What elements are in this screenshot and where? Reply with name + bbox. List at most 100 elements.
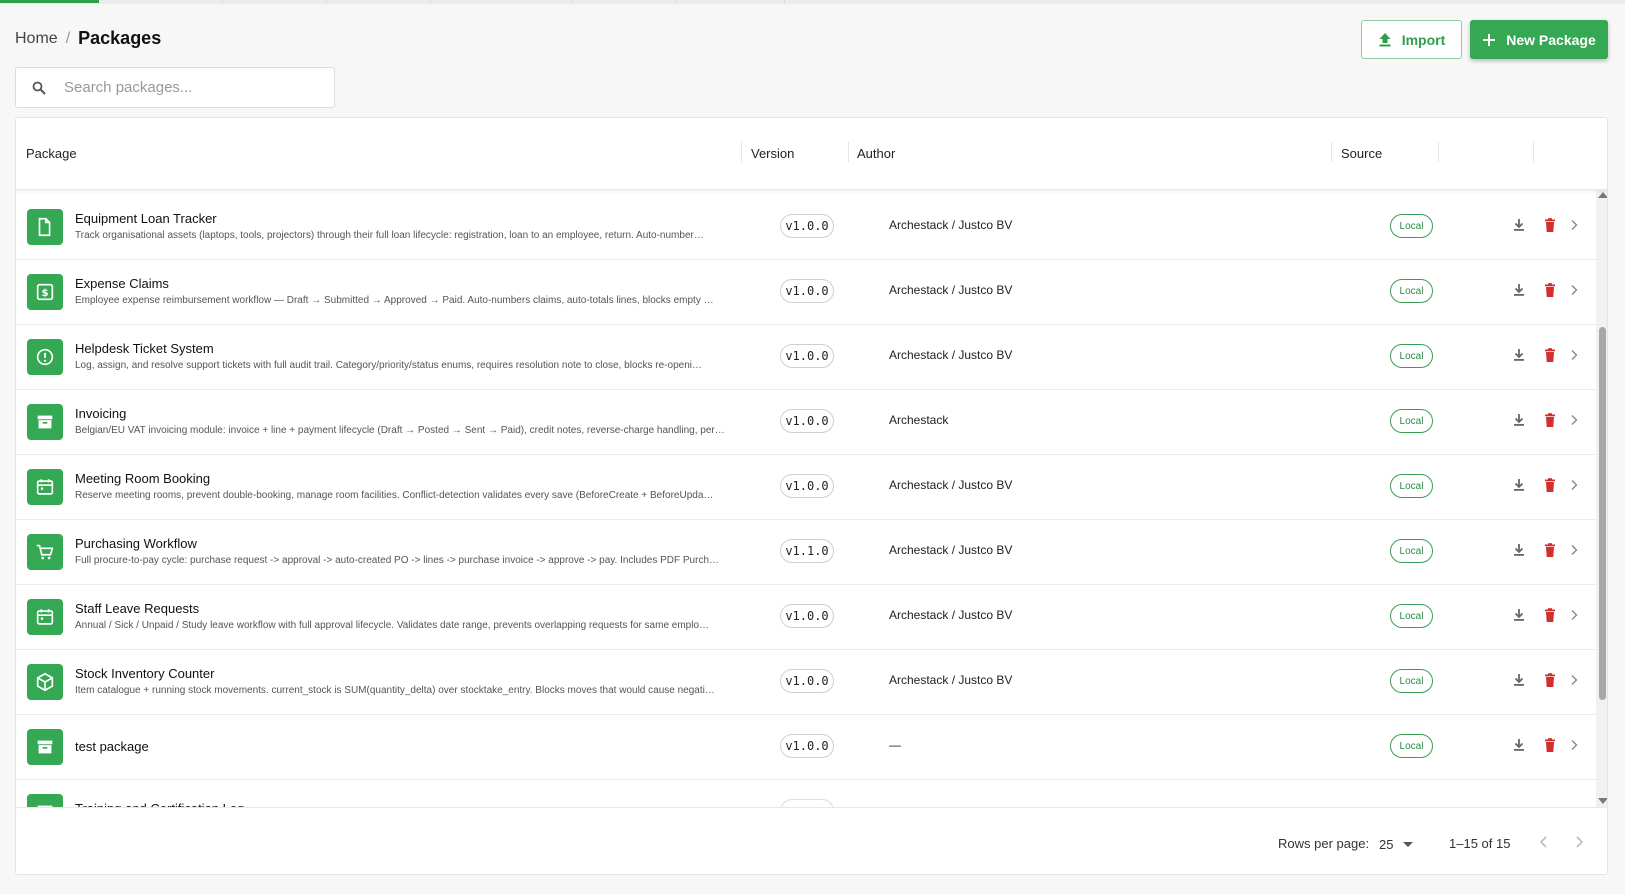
source-badge: Local <box>1390 279 1433 303</box>
package-name[interactable]: Invoicing <box>75 406 126 421</box>
package-description: Employee expense reimbursement workflow … <box>75 295 714 306</box>
tab-strip-segment[interactable] <box>99 0 223 3</box>
column-header-version[interactable]: Version <box>751 146 794 161</box>
import-button[interactable]: Import <box>1361 20 1462 59</box>
download-icon[interactable] <box>1511 672 1527 688</box>
column-divider <box>848 142 849 162</box>
version-badge: v1.0.0 <box>780 409 834 433</box>
tab-strip-segment[interactable] <box>223 0 327 3</box>
package-name[interactable]: Helpdesk Ticket System <box>75 341 214 356</box>
scroll-up-arrow-icon[interactable] <box>1598 192 1607 198</box>
chevron-right-icon[interactable] <box>1567 608 1581 622</box>
source-badge: Local <box>1390 539 1433 563</box>
breadcrumb-separator: / <box>65 29 71 47</box>
delete-icon[interactable] <box>1542 737 1558 753</box>
new-package-button-label: New Package <box>1506 31 1596 48</box>
document-icon <box>38 217 51 237</box>
package-name[interactable]: Stock Inventory Counter <box>75 666 214 681</box>
package-description: Annual / Sick / Unpaid / Study leave wor… <box>75 620 710 631</box>
rows-per-page-label: Rows per page: <box>1278 836 1370 851</box>
chevron-right-icon[interactable] <box>1567 218 1581 232</box>
previous-page-icon[interactable] <box>1537 835 1551 849</box>
table-row[interactable]: Equipment Loan Tracker Track organisation… <box>16 193 1596 260</box>
pagination-range: 1–15 of 15 <box>1449 836 1511 851</box>
table-row[interactable]: Helpdesk Ticket System Log, assign, and r… <box>16 323 1596 390</box>
next-page-icon[interactable] <box>1572 835 1586 849</box>
column-header-source[interactable]: Source <box>1341 146 1382 161</box>
tab-strip-segment[interactable] <box>431 0 573 3</box>
delete-icon[interactable] <box>1542 412 1558 428</box>
download-icon[interactable] <box>1511 477 1527 493</box>
alert-circle-icon <box>36 348 54 366</box>
package-name[interactable]: Purchasing Workflow <box>75 536 197 551</box>
table-row[interactable]: $ Expense Claims Employee expense reimburs… <box>16 258 1596 325</box>
vertical-scrollbar[interactable] <box>1596 190 1607 807</box>
chevron-right-icon[interactable] <box>1567 413 1581 427</box>
source-badge: Local <box>1390 344 1433 368</box>
download-icon[interactable] <box>1511 542 1527 558</box>
package-author: Archestack / Justco BV <box>889 478 1013 492</box>
package-icon-tile <box>27 534 63 570</box>
version-badge <box>780 799 834 807</box>
source-badge: Local <box>1390 604 1433 628</box>
new-package-button[interactable]: New Package <box>1470 20 1608 59</box>
scrollbar-thumb[interactable] <box>1599 327 1606 700</box>
column-divider <box>1331 142 1332 162</box>
plus-icon <box>1483 33 1496 46</box>
package-name[interactable]: test package <box>75 739 149 754</box>
breadcrumb-home-link[interactable]: Home <box>15 30 58 48</box>
column-header-package[interactable]: Package <box>26 146 77 161</box>
scroll-down-arrow-icon[interactable] <box>1598 798 1607 804</box>
package-name[interactable]: Expense Claims <box>75 276 169 291</box>
table-row[interactable]: Staff Leave Requests Annual / Sick / Unpa… <box>16 583 1596 650</box>
search-input[interactable] <box>64 79 314 96</box>
table-row[interactable]: Meeting Room Booking Reserve meeting room… <box>16 453 1596 520</box>
breadcrumb: Home / Packages <box>15 28 161 49</box>
tab-strip-segment[interactable] <box>677 0 785 3</box>
delete-icon[interactable] <box>1542 672 1558 688</box>
table-row[interactable]: Purchasing Workflow Full procure-to-pay c… <box>16 518 1596 585</box>
delete-icon[interactable] <box>1542 542 1558 558</box>
version-badge: v1.0.0 <box>780 669 834 693</box>
download-icon[interactable] <box>1511 737 1527 753</box>
chevron-right-icon[interactable] <box>1567 348 1581 362</box>
package-name[interactable]: Meeting Room Booking <box>75 471 210 486</box>
chevron-right-icon[interactable] <box>1567 478 1581 492</box>
table-row[interactable]: Invoicing Belgian/EU VAT invoicing module… <box>16 388 1596 455</box>
download-icon[interactable] <box>1511 412 1527 428</box>
delete-icon[interactable] <box>1542 347 1558 363</box>
delete-icon[interactable] <box>1542 607 1558 623</box>
chevron-right-icon[interactable] <box>1567 543 1581 557</box>
package-icon-tile <box>27 469 63 505</box>
table-footer: Rows per page: 25 1–15 of 15 <box>16 807 1607 874</box>
column-header-author[interactable]: Author <box>857 146 895 161</box>
delete-icon[interactable] <box>1542 477 1558 493</box>
chevron-right-icon[interactable] <box>1567 283 1581 297</box>
download-icon[interactable] <box>1511 347 1527 363</box>
chevron-right-icon[interactable] <box>1567 738 1581 752</box>
download-icon[interactable] <box>1511 282 1527 298</box>
package-icon-tile <box>27 664 63 700</box>
dollar-icon: $ <box>36 283 54 301</box>
table-row[interactable]: Training and Certification Log <box>16 778 1596 807</box>
tab-strip-segment[interactable] <box>573 0 677 3</box>
package-author: Archestack / Justco BV <box>889 543 1013 557</box>
tab-strip-segment[interactable] <box>327 0 431 3</box>
delete-icon[interactable] <box>1542 282 1558 298</box>
chevron-right-icon[interactable] <box>1567 673 1581 687</box>
download-icon[interactable] <box>1511 607 1527 623</box>
package-author: — <box>889 738 901 752</box>
delete-icon[interactable] <box>1542 217 1558 233</box>
package-icon-tile <box>27 209 63 245</box>
upload-icon <box>1379 33 1391 47</box>
package-name[interactable]: Staff Leave Requests <box>75 601 199 616</box>
package-name[interactable]: Equipment Loan Tracker <box>75 211 217 226</box>
version-badge: v1.0.0 <box>780 474 834 498</box>
table-row[interactable]: Stock Inventory Counter Item catalogue + … <box>16 648 1596 715</box>
table-row[interactable]: test package v1.0.0 — Local <box>16 713 1596 780</box>
dropdown-caret-icon <box>1403 841 1414 847</box>
column-divider <box>1533 142 1534 162</box>
rows-per-page-select[interactable]: 25 <box>1379 834 1419 854</box>
column-divider <box>741 142 742 162</box>
download-icon[interactable] <box>1511 217 1527 233</box>
